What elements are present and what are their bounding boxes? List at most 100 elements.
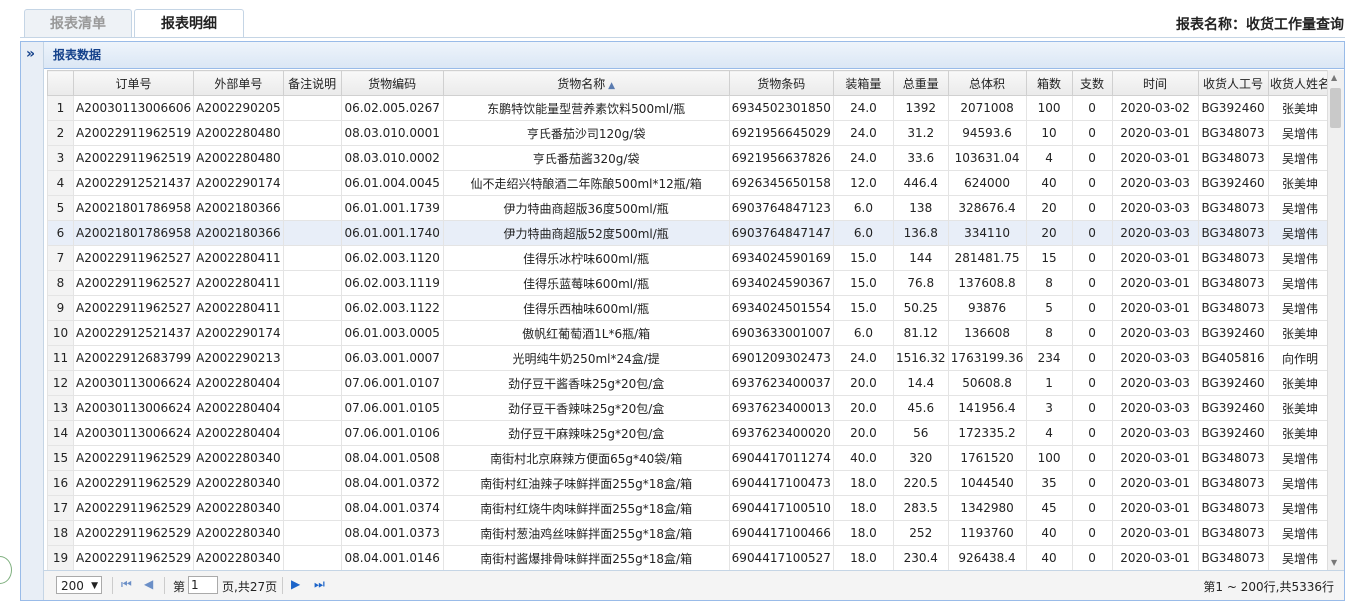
scrollbar-thumb[interactable] — [1330, 88, 1341, 128]
column-header-label: 备注说明 — [288, 76, 337, 91]
table-cell: 吴增伟 — [1267, 220, 1333, 246]
table-cell: 06.02.005.0267 — [340, 95, 444, 121]
tab-report-detail[interactable]: 报表明细 — [134, 9, 244, 38]
table-cell: 劲仔豆干酱香味25g*20包/盒 — [442, 370, 730, 396]
table-row[interactable]: 1 A20030113006606 A2002290205 06.02.005.026… — [47, 95, 1333, 121]
column-header[interactable]: 备注说明 — [282, 70, 342, 96]
table-cell: 0 — [1071, 445, 1113, 471]
column-header[interactable]: 总体积 — [947, 70, 1027, 96]
table-cell: A2002290174 — [193, 320, 284, 346]
table-cell: 0 — [1071, 295, 1113, 321]
column-header[interactable] — [47, 70, 74, 96]
table-cell: 6904417100466 — [728, 520, 834, 546]
table-cell — [282, 345, 342, 371]
page-size-select[interactable]: 200 ▼ — [56, 576, 102, 594]
table-cell: 50.25 — [892, 295, 949, 321]
table-row[interactable]: 13 A20030113006624 A2002280404 07.06.001.01… — [47, 395, 1333, 421]
table-cell: 亨氏番茄沙司120g/袋 — [442, 120, 730, 146]
table-cell: 张美坤 — [1267, 95, 1333, 121]
table-cell: 20.0 — [832, 370, 894, 396]
table-cell: 0 — [1071, 345, 1113, 371]
table-cell: 3 — [1025, 395, 1073, 421]
table-cell: BG348073 — [1197, 520, 1269, 546]
table-cell: A20022911962527 — [72, 245, 195, 271]
column-header[interactable]: 支数 — [1071, 70, 1113, 96]
first-page-icon[interactable]: ⏮ — [121, 577, 132, 592]
column-header[interactable]: 订单号 — [72, 70, 195, 96]
table-cell: 2020-03-01 — [1111, 445, 1199, 471]
table-cell: 926438.4 — [947, 545, 1027, 570]
table-cell: 8 — [1025, 320, 1073, 346]
column-header[interactable]: 装箱量 — [832, 70, 894, 96]
row-number: 11 — [47, 345, 74, 371]
table-cell: 佳得乐冰柠味600ml/瓶 — [442, 245, 730, 271]
table-row[interactable]: 14 A20030113006624 A2002280404 07.06.001.01… — [47, 420, 1333, 446]
table-cell: 20.0 — [832, 395, 894, 421]
row-number: 1 — [47, 95, 74, 121]
row-number: 16 — [47, 470, 74, 496]
row-number: 19 — [47, 545, 74, 570]
table-cell — [282, 145, 342, 171]
table-row[interactable]: 3 A20022911962519 A2002280480 08.03.010.000… — [47, 145, 1333, 171]
table-cell: 2020-03-03 — [1111, 170, 1199, 196]
table-cell: 伊力特曲商超版36度500ml/瓶 — [442, 195, 730, 221]
row-number: 8 — [47, 270, 74, 296]
table-cell: 137608.8 — [947, 270, 1027, 296]
table-cell: A2002280404 — [193, 370, 284, 396]
table-cell: 07.06.001.0105 — [340, 395, 444, 421]
table-row[interactable]: 19 A20022911962529 A2002280340 08.04.001.01… — [47, 545, 1333, 570]
table-row[interactable]: 6 A20021801786958 A2002180366 06.01.001.174… — [47, 220, 1333, 246]
table-row[interactable]: 5 A20021801786958 A2002180366 06.01.001.173… — [47, 195, 1333, 221]
side-toggle-button[interactable] — [0, 556, 12, 584]
prev-page-icon[interactable]: ◀ — [144, 577, 153, 591]
column-header[interactable]: 总重量 — [892, 70, 949, 96]
table-row[interactable]: 9 A20022911962527 A2002280411 06.02.003.112… — [47, 295, 1333, 321]
table-row[interactable]: 11 A20022912683799 A2002290213 06.03.001.00… — [47, 345, 1333, 371]
table-cell: 0 — [1071, 170, 1113, 196]
table-row[interactable]: 8 A20022911962527 A2002280411 06.02.003.111… — [47, 270, 1333, 296]
table-row[interactable]: 17 A20022911962529 A2002280340 08.04.001.03… — [47, 495, 1333, 521]
table-cell: 向作明 — [1267, 345, 1333, 371]
table-cell: A20030113006624 — [72, 370, 195, 396]
table-row[interactable]: 7 A20022911962527 A2002280411 06.02.003.112… — [47, 245, 1333, 271]
table-row[interactable]: 12 A20030113006624 A2002280404 07.06.001.01… — [47, 370, 1333, 396]
table-cell: A2002280480 — [193, 145, 284, 171]
tab-report-list[interactable]: 报表清单 — [24, 9, 132, 37]
table-cell: 0 — [1071, 220, 1113, 246]
table-cell: A2002280340 — [193, 445, 284, 471]
table-cell — [282, 195, 342, 221]
table-cell: 6.0 — [832, 320, 894, 346]
table-row[interactable]: 10 A20022912521437 A2002290174 06.01.003.00… — [47, 320, 1333, 346]
table-cell: 06.01.003.0005 — [340, 320, 444, 346]
pagination-bar: 200 ▼ ⏮ ◀ 第 1 页,共27页 ▶ ⏭ 第1 ~ 200行,共5336行 — [44, 570, 1344, 600]
page-number-input[interactable]: 1 — [188, 576, 218, 594]
table-row[interactable]: 15 A20022911962529 A2002280340 08.04.001.05… — [47, 445, 1333, 471]
column-header[interactable]: 时间 — [1111, 70, 1199, 96]
column-header[interactable]: 收货人姓名 — [1267, 70, 1333, 96]
table-row[interactable]: 18 A20022911962529 A2002280340 08.04.001.03… — [47, 520, 1333, 546]
column-header[interactable]: 货物名称 ▲ — [442, 70, 730, 96]
table-row[interactable]: 4 A20022912521437 A2002290174 06.01.004.004… — [47, 170, 1333, 196]
column-header[interactable]: 收货人工号 — [1197, 70, 1269, 96]
vertical-scrollbar[interactable]: ▲ ▼ — [1327, 70, 1344, 570]
table-cell: BG348073 — [1197, 195, 1269, 221]
next-page-icon[interactable]: ▶ — [291, 577, 300, 591]
table-row[interactable]: 2 A20022911962519 A2002280480 08.03.010.000… — [47, 120, 1333, 146]
scroll-down-icon[interactable]: ▼ — [1331, 558, 1337, 567]
table-cell: A2002280340 — [193, 545, 284, 570]
table-row[interactable]: 16 A20022911962529 A2002280340 08.04.001.03… — [47, 470, 1333, 496]
column-header[interactable]: 货物编码 — [340, 70, 444, 96]
table-cell: A2002280411 — [193, 295, 284, 321]
table-cell: BG392460 — [1197, 170, 1269, 196]
column-header[interactable]: 货物条码 — [728, 70, 834, 96]
row-number: 17 — [47, 495, 74, 521]
table-cell: A2002280404 — [193, 420, 284, 446]
table-cell: BG392460 — [1197, 95, 1269, 121]
column-header-label: 收货人工号 — [1203, 76, 1264, 91]
last-page-icon[interactable]: ⏭ — [314, 577, 325, 592]
table-cell: 15.0 — [832, 295, 894, 321]
column-header[interactable]: 箱数 — [1025, 70, 1073, 96]
scroll-up-icon[interactable]: ▲ — [1331, 73, 1337, 82]
expand-panel-button[interactable]: » — [21, 42, 44, 600]
column-header[interactable]: 外部单号 — [193, 70, 284, 96]
